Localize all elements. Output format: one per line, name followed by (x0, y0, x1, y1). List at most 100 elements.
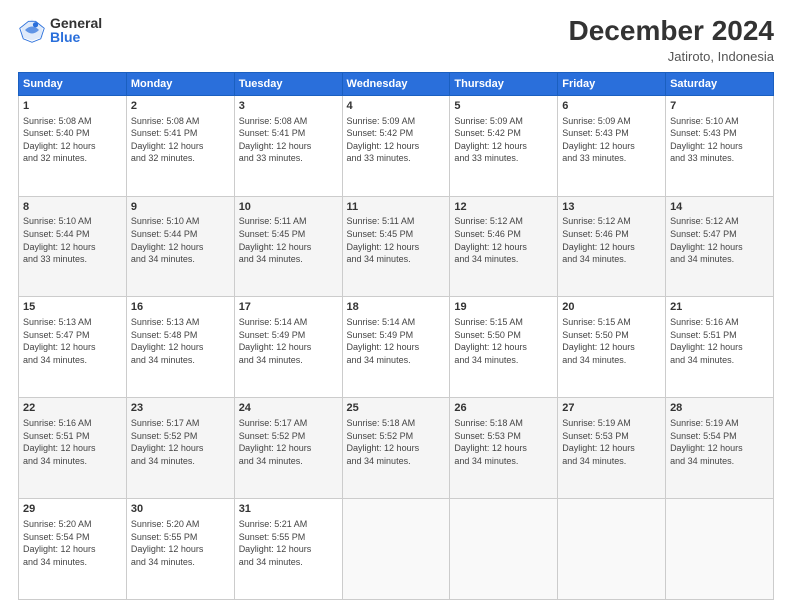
day-number: 22 (23, 401, 122, 416)
header-monday: Monday (126, 72, 234, 95)
day-info: Sunrise: 5:10 AM Sunset: 5:44 PM Dayligh… (131, 215, 230, 265)
day-number: 17 (239, 300, 338, 315)
day-info: Sunrise: 5:09 AM Sunset: 5:42 PM Dayligh… (347, 115, 446, 165)
day-number: 24 (239, 401, 338, 416)
day-number: 30 (131, 502, 230, 517)
table-row (666, 499, 774, 600)
day-number: 5 (454, 99, 553, 114)
day-number: 31 (239, 502, 338, 517)
day-info: Sunrise: 5:11 AM Sunset: 5:45 PM Dayligh… (239, 215, 338, 265)
calendar-table: Sunday Monday Tuesday Wednesday Thursday… (18, 72, 774, 600)
table-row: 7Sunrise: 5:10 AM Sunset: 5:43 PM Daylig… (666, 95, 774, 196)
table-row: 27Sunrise: 5:19 AM Sunset: 5:53 PM Dayli… (558, 398, 666, 499)
page: General Blue December 2024 Jatiroto, Ind… (0, 0, 792, 612)
day-number: 28 (670, 401, 769, 416)
header-friday: Friday (558, 72, 666, 95)
day-number: 16 (131, 300, 230, 315)
table-row (558, 499, 666, 600)
day-number: 21 (670, 300, 769, 315)
table-row: 21Sunrise: 5:16 AM Sunset: 5:51 PM Dayli… (666, 297, 774, 398)
table-row: 13Sunrise: 5:12 AM Sunset: 5:46 PM Dayli… (558, 196, 666, 297)
table-row: 18Sunrise: 5:14 AM Sunset: 5:49 PM Dayli… (342, 297, 450, 398)
table-row: 16Sunrise: 5:13 AM Sunset: 5:48 PM Dayli… (126, 297, 234, 398)
calendar-week-row: 29Sunrise: 5:20 AM Sunset: 5:54 PM Dayli… (19, 499, 774, 600)
calendar-week-row: 22Sunrise: 5:16 AM Sunset: 5:51 PM Dayli… (19, 398, 774, 499)
logo: General Blue (18, 16, 102, 44)
day-info: Sunrise: 5:16 AM Sunset: 5:51 PM Dayligh… (670, 316, 769, 366)
day-info: Sunrise: 5:10 AM Sunset: 5:43 PM Dayligh… (670, 115, 769, 165)
day-number: 11 (347, 200, 446, 215)
day-number: 12 (454, 200, 553, 215)
calendar-week-row: 1Sunrise: 5:08 AM Sunset: 5:40 PM Daylig… (19, 95, 774, 196)
day-info: Sunrise: 5:19 AM Sunset: 5:54 PM Dayligh… (670, 417, 769, 467)
day-info: Sunrise: 5:18 AM Sunset: 5:52 PM Dayligh… (347, 417, 446, 467)
day-number: 1 (23, 99, 122, 114)
day-info: Sunrise: 5:12 AM Sunset: 5:46 PM Dayligh… (454, 215, 553, 265)
table-row: 17Sunrise: 5:14 AM Sunset: 5:49 PM Dayli… (234, 297, 342, 398)
table-row: 6Sunrise: 5:09 AM Sunset: 5:43 PM Daylig… (558, 95, 666, 196)
day-info: Sunrise: 5:18 AM Sunset: 5:53 PM Dayligh… (454, 417, 553, 467)
day-info: Sunrise: 5:15 AM Sunset: 5:50 PM Dayligh… (454, 316, 553, 366)
table-row: 30Sunrise: 5:20 AM Sunset: 5:55 PM Dayli… (126, 499, 234, 600)
day-info: Sunrise: 5:14 AM Sunset: 5:49 PM Dayligh… (239, 316, 338, 366)
day-info: Sunrise: 5:19 AM Sunset: 5:53 PM Dayligh… (562, 417, 661, 467)
table-row: 9Sunrise: 5:10 AM Sunset: 5:44 PM Daylig… (126, 196, 234, 297)
day-info: Sunrise: 5:11 AM Sunset: 5:45 PM Dayligh… (347, 215, 446, 265)
day-number: 29 (23, 502, 122, 517)
day-info: Sunrise: 5:10 AM Sunset: 5:44 PM Dayligh… (23, 215, 122, 265)
table-row: 26Sunrise: 5:18 AM Sunset: 5:53 PM Dayli… (450, 398, 558, 499)
table-row (342, 499, 450, 600)
header: General Blue December 2024 Jatiroto, Ind… (18, 16, 774, 64)
logo-text: General Blue (50, 16, 102, 44)
day-info: Sunrise: 5:13 AM Sunset: 5:47 PM Dayligh… (23, 316, 122, 366)
day-info: Sunrise: 5:20 AM Sunset: 5:55 PM Dayligh… (131, 518, 230, 568)
logo-blue-text: Blue (50, 30, 102, 44)
table-row: 23Sunrise: 5:17 AM Sunset: 5:52 PM Dayli… (126, 398, 234, 499)
day-number: 4 (347, 99, 446, 114)
table-row: 14Sunrise: 5:12 AM Sunset: 5:47 PM Dayli… (666, 196, 774, 297)
day-info: Sunrise: 5:14 AM Sunset: 5:49 PM Dayligh… (347, 316, 446, 366)
day-number: 18 (347, 300, 446, 315)
day-number: 25 (347, 401, 446, 416)
calendar-week-row: 15Sunrise: 5:13 AM Sunset: 5:47 PM Dayli… (19, 297, 774, 398)
table-row: 1Sunrise: 5:08 AM Sunset: 5:40 PM Daylig… (19, 95, 127, 196)
day-info: Sunrise: 5:17 AM Sunset: 5:52 PM Dayligh… (131, 417, 230, 467)
header-saturday: Saturday (666, 72, 774, 95)
day-info: Sunrise: 5:08 AM Sunset: 5:41 PM Dayligh… (239, 115, 338, 165)
logo-general-text: General (50, 16, 102, 30)
day-info: Sunrise: 5:09 AM Sunset: 5:43 PM Dayligh… (562, 115, 661, 165)
table-row (450, 499, 558, 600)
day-number: 19 (454, 300, 553, 315)
day-number: 9 (131, 200, 230, 215)
table-row: 2Sunrise: 5:08 AM Sunset: 5:41 PM Daylig… (126, 95, 234, 196)
month-title: December 2024 (569, 16, 774, 47)
table-row: 11Sunrise: 5:11 AM Sunset: 5:45 PM Dayli… (342, 196, 450, 297)
day-info: Sunrise: 5:08 AM Sunset: 5:41 PM Dayligh… (131, 115, 230, 165)
day-number: 8 (23, 200, 122, 215)
table-row: 24Sunrise: 5:17 AM Sunset: 5:52 PM Dayli… (234, 398, 342, 499)
day-number: 13 (562, 200, 661, 215)
calendar-week-row: 8Sunrise: 5:10 AM Sunset: 5:44 PM Daylig… (19, 196, 774, 297)
table-row: 8Sunrise: 5:10 AM Sunset: 5:44 PM Daylig… (19, 196, 127, 297)
location-subtitle: Jatiroto, Indonesia (569, 49, 774, 64)
header-tuesday: Tuesday (234, 72, 342, 95)
title-block: December 2024 Jatiroto, Indonesia (569, 16, 774, 64)
day-number: 27 (562, 401, 661, 416)
table-row: 15Sunrise: 5:13 AM Sunset: 5:47 PM Dayli… (19, 297, 127, 398)
day-number: 20 (562, 300, 661, 315)
day-number: 23 (131, 401, 230, 416)
table-row: 28Sunrise: 5:19 AM Sunset: 5:54 PM Dayli… (666, 398, 774, 499)
day-number: 3 (239, 99, 338, 114)
day-info: Sunrise: 5:15 AM Sunset: 5:50 PM Dayligh… (562, 316, 661, 366)
day-info: Sunrise: 5:20 AM Sunset: 5:54 PM Dayligh… (23, 518, 122, 568)
day-info: Sunrise: 5:08 AM Sunset: 5:40 PM Dayligh… (23, 115, 122, 165)
day-info: Sunrise: 5:12 AM Sunset: 5:47 PM Dayligh… (670, 215, 769, 265)
table-row: 20Sunrise: 5:15 AM Sunset: 5:50 PM Dayli… (558, 297, 666, 398)
calendar-header-row: Sunday Monday Tuesday Wednesday Thursday… (19, 72, 774, 95)
day-info: Sunrise: 5:09 AM Sunset: 5:42 PM Dayligh… (454, 115, 553, 165)
logo-icon (18, 16, 46, 44)
day-number: 26 (454, 401, 553, 416)
table-row: 12Sunrise: 5:12 AM Sunset: 5:46 PM Dayli… (450, 196, 558, 297)
day-info: Sunrise: 5:17 AM Sunset: 5:52 PM Dayligh… (239, 417, 338, 467)
table-row: 4Sunrise: 5:09 AM Sunset: 5:42 PM Daylig… (342, 95, 450, 196)
